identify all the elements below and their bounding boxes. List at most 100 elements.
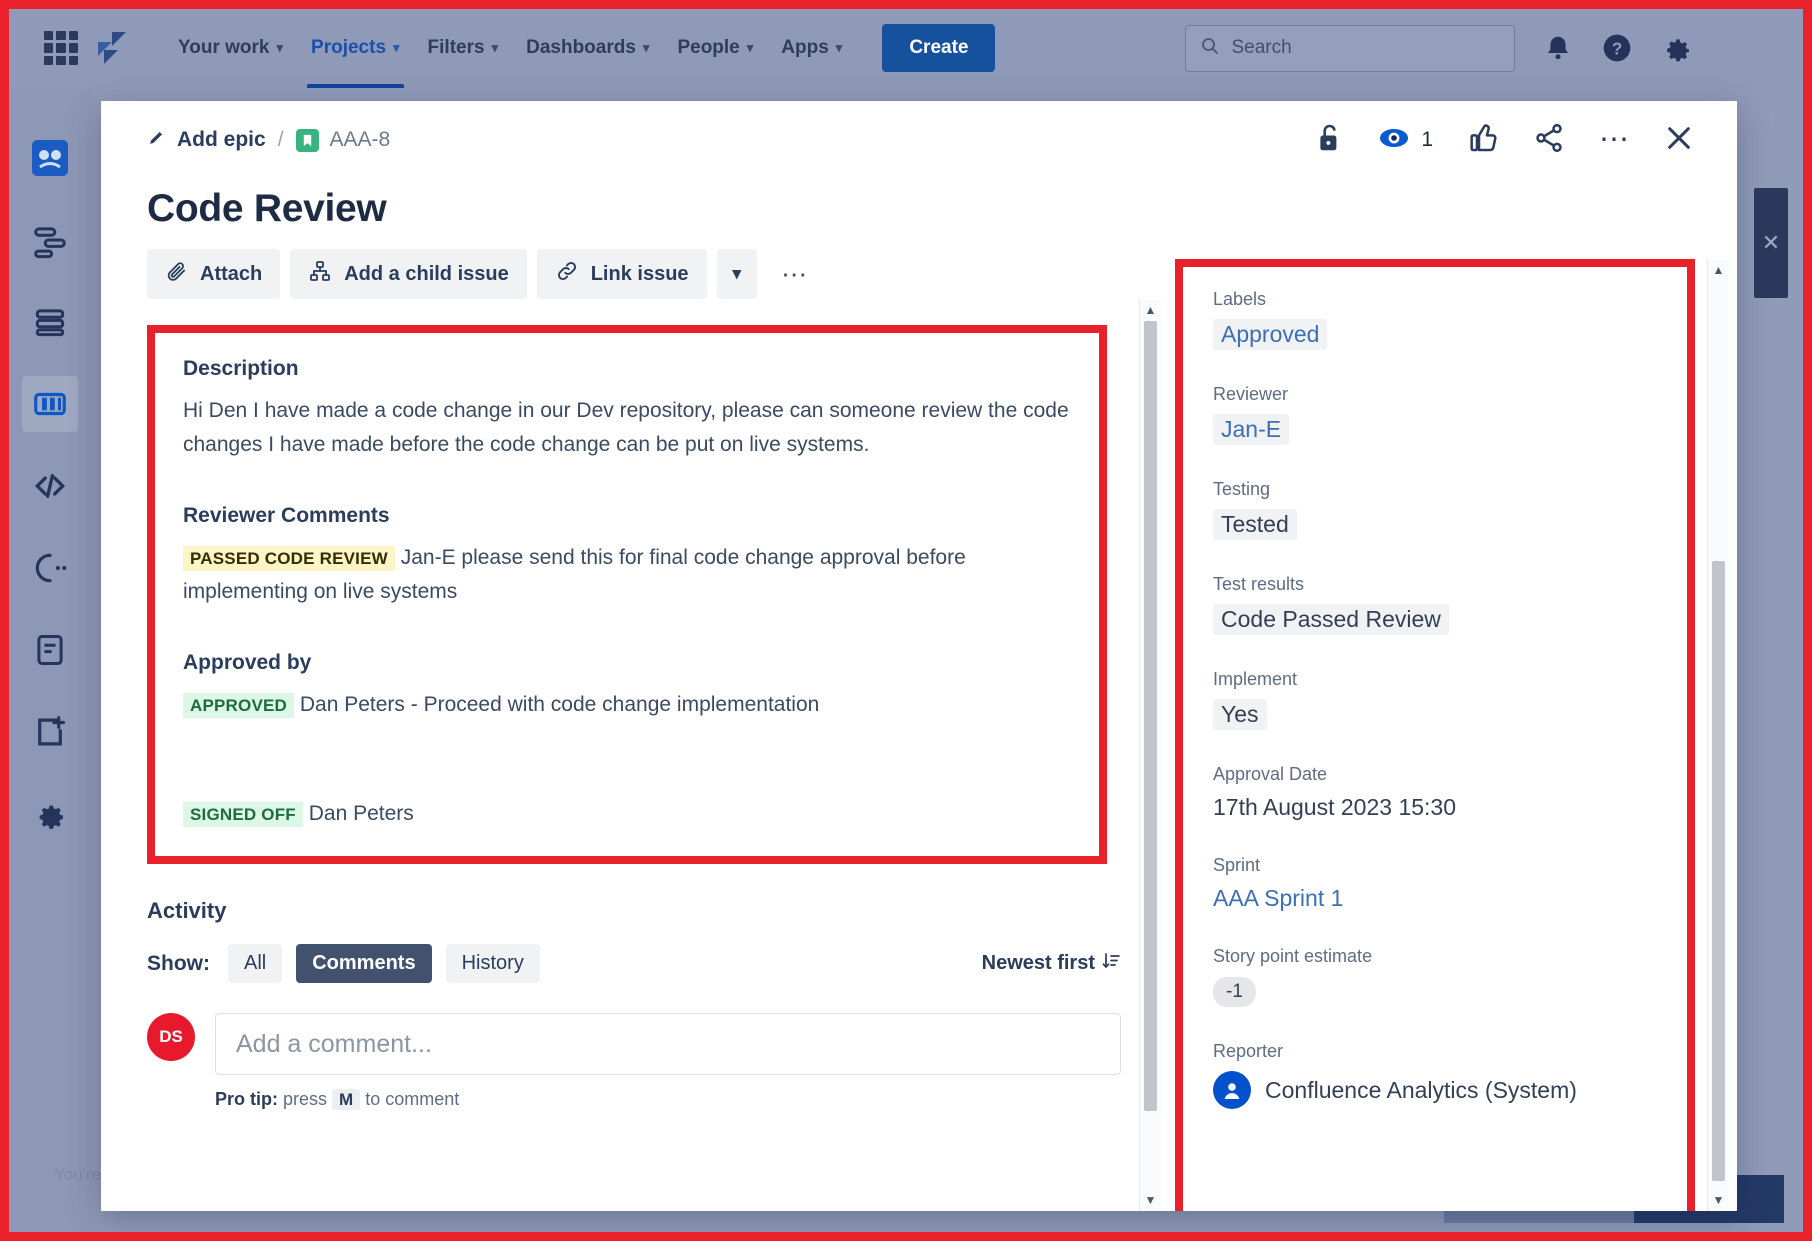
activity-filter-history[interactable]: History: [446, 944, 540, 983]
background-close-strip: ✕: [1754, 188, 1788, 298]
watch-eye-button[interactable]: 1: [1378, 126, 1433, 155]
issue-key-link[interactable]: AAA-8: [296, 128, 391, 152]
notifications-bell-icon[interactable]: [1543, 33, 1573, 63]
reporter-avatar-icon: [1213, 1071, 1251, 1109]
settings-gear-icon[interactable]: [1661, 32, 1693, 64]
pencil-icon: [147, 128, 166, 153]
approved-by-text[interactable]: APPROVED Dan Peters - Proceed with code …: [183, 688, 1071, 722]
activity-sort-toggle[interactable]: Newest first: [982, 951, 1121, 977]
nav-people[interactable]: People ▾: [663, 29, 767, 67]
share-icon[interactable]: [1533, 122, 1565, 159]
sidebar-item-releases[interactable]: [22, 540, 78, 596]
description-annotated-region: Description Hi Den I have made a code ch…: [147, 325, 1107, 864]
nav-your-work[interactable]: Your work ▾: [164, 29, 297, 67]
field-testing-name: Testing: [1213, 479, 1657, 500]
breadcrumb: Add epic / AAA-8: [147, 128, 390, 153]
activity-filter-comments[interactable]: Comments: [296, 944, 431, 983]
show-label: Show:: [147, 952, 210, 976]
field-sprint-value[interactable]: AAA Sprint 1: [1213, 885, 1657, 912]
avatar[interactable]: DS: [147, 1013, 195, 1061]
child-issue-icon: [308, 259, 332, 289]
global-search-box[interactable]: Search: [1185, 25, 1515, 72]
field-approval-date-value[interactable]: 17th August 2023 15:30: [1213, 794, 1657, 821]
approved-by-body: Dan Peters - Proceed with code change im…: [300, 693, 819, 716]
svg-text:?: ?: [1612, 39, 1623, 59]
field-testing: Testing Tested: [1213, 479, 1657, 540]
sidebar-item-project-settings[interactable]: [22, 786, 78, 842]
sidebar-item-roadmap[interactable]: [22, 212, 78, 268]
apps-grid-icon[interactable]: [44, 31, 78, 65]
field-test-results: Test results Code Passed Review: [1213, 574, 1657, 635]
issue-overflow-menu-button[interactable]: ⋯: [767, 249, 821, 299]
issue-main-column: Code Review Attach Add a child issue: [101, 179, 1161, 1211]
description-text[interactable]: Hi Den I have made a code change in our …: [183, 394, 1071, 462]
project-sidebar-rail: [8, 88, 92, 1233]
field-test-results-value: Code Passed Review: [1213, 604, 1449, 635]
field-labels-name: Labels: [1213, 289, 1657, 310]
nav-dashboards[interactable]: Dashboards ▾: [512, 29, 663, 67]
add-comment-row: DS Add a comment...: [147, 1013, 1121, 1075]
project-avatar-icon: [30, 138, 70, 178]
more-actions-icon[interactable]: ⋯: [1599, 131, 1629, 149]
backlog-icon: [31, 303, 69, 341]
chevron-down-icon: ▾: [393, 40, 400, 56]
protip-suffix: to comment: [365, 1089, 459, 1109]
reviewer-comments-text[interactable]: PASSED CODE REVIEW Jan-E please send thi…: [183, 541, 1071, 609]
sidebar-item-project-avatar[interactable]: [22, 130, 78, 186]
nav-apps[interactable]: Apps ▾: [767, 29, 856, 67]
issue-main-scroll-area: Code Review Attach Add a child issue: [147, 187, 1161, 1211]
main-content-scrollbar[interactable]: ▲ ▼: [1139, 299, 1161, 1211]
scroll-down-arrow-icon[interactable]: ▼: [1145, 1193, 1157, 1207]
field-implement-value: Yes: [1213, 699, 1267, 730]
sidebar-item-backlog[interactable]: [22, 294, 78, 350]
close-icon[interactable]: [1663, 122, 1695, 159]
attach-button[interactable]: Attach: [147, 249, 280, 299]
unlock-padlock-icon[interactable]: [1314, 122, 1344, 159]
approved-badge: APPROVED: [183, 693, 294, 718]
chevron-down-icon: ▾: [747, 40, 754, 56]
field-reviewer-name: Reviewer: [1213, 384, 1657, 405]
field-sprint-name: Sprint: [1213, 855, 1657, 876]
modal-body: Code Review Attach Add a child issue: [101, 179, 1737, 1211]
add-child-issue-button[interactable]: Add a child issue: [290, 249, 526, 299]
scrollbar-track[interactable]: [1712, 281, 1725, 1189]
help-question-icon[interactable]: ?: [1601, 32, 1633, 64]
scroll-down-arrow-icon[interactable]: ▼: [1713, 1193, 1725, 1207]
add-epic-button[interactable]: Add epic: [147, 128, 266, 153]
scroll-up-arrow-icon[interactable]: ▲: [1145, 303, 1157, 317]
create-button[interactable]: Create: [882, 24, 995, 72]
scrollbar-thumb[interactable]: [1144, 321, 1157, 1111]
field-story-point-estimate: Story point estimate -1: [1213, 946, 1657, 1007]
releases-icon: [31, 549, 69, 587]
field-approval-date-name: Approval Date: [1213, 764, 1657, 785]
sidebar-item-pages[interactable]: [22, 622, 78, 678]
sidebar-item-add-shortcut[interactable]: [22, 704, 78, 760]
scrollbar-track[interactable]: [1144, 321, 1157, 1189]
more-actions-dropdown[interactable]: ▾: [717, 249, 758, 299]
nav-projects[interactable]: Projects ▾: [297, 29, 414, 67]
field-implement-name: Implement: [1213, 669, 1657, 690]
issue-fields-list: Labels Approved Reviewer Jan-E Testing T…: [1183, 267, 1687, 1109]
project-settings-gear-icon: [32, 796, 68, 832]
search-placeholder: Search: [1231, 37, 1291, 59]
protip-mid: press: [283, 1089, 327, 1109]
signed-off-row: SIGNED OFF Dan Peters: [183, 802, 1071, 826]
field-testing-value: Tested: [1213, 509, 1297, 540]
details-panel-scrollbar[interactable]: ▲ ▼: [1707, 259, 1729, 1211]
issue-detail-modal: Add epic / AAA-8: [101, 101, 1737, 1211]
link-issue-button[interactable]: Link issue: [537, 249, 707, 299]
activity-filter-all[interactable]: All: [228, 944, 282, 983]
modal-header-actions: 1 ⋯: [1314, 122, 1695, 159]
sidebar-item-code[interactable]: [22, 458, 78, 514]
nav-filters[interactable]: Filters ▾: [414, 29, 513, 67]
chevron-down-icon: ▾: [643, 40, 650, 56]
field-sprint: Sprint AAA Sprint 1: [1213, 855, 1657, 912]
sidebar-item-board[interactable]: [22, 376, 78, 432]
jira-logo-icon[interactable]: [92, 30, 132, 66]
thumbs-up-icon[interactable]: [1467, 122, 1499, 159]
scroll-up-arrow-icon[interactable]: ▲: [1713, 263, 1725, 277]
comment-input[interactable]: Add a comment...: [215, 1013, 1121, 1075]
scrollbar-thumb[interactable]: [1712, 561, 1725, 1181]
protip-key: M: [332, 1089, 360, 1110]
watch-count-label: 1: [1421, 128, 1433, 152]
